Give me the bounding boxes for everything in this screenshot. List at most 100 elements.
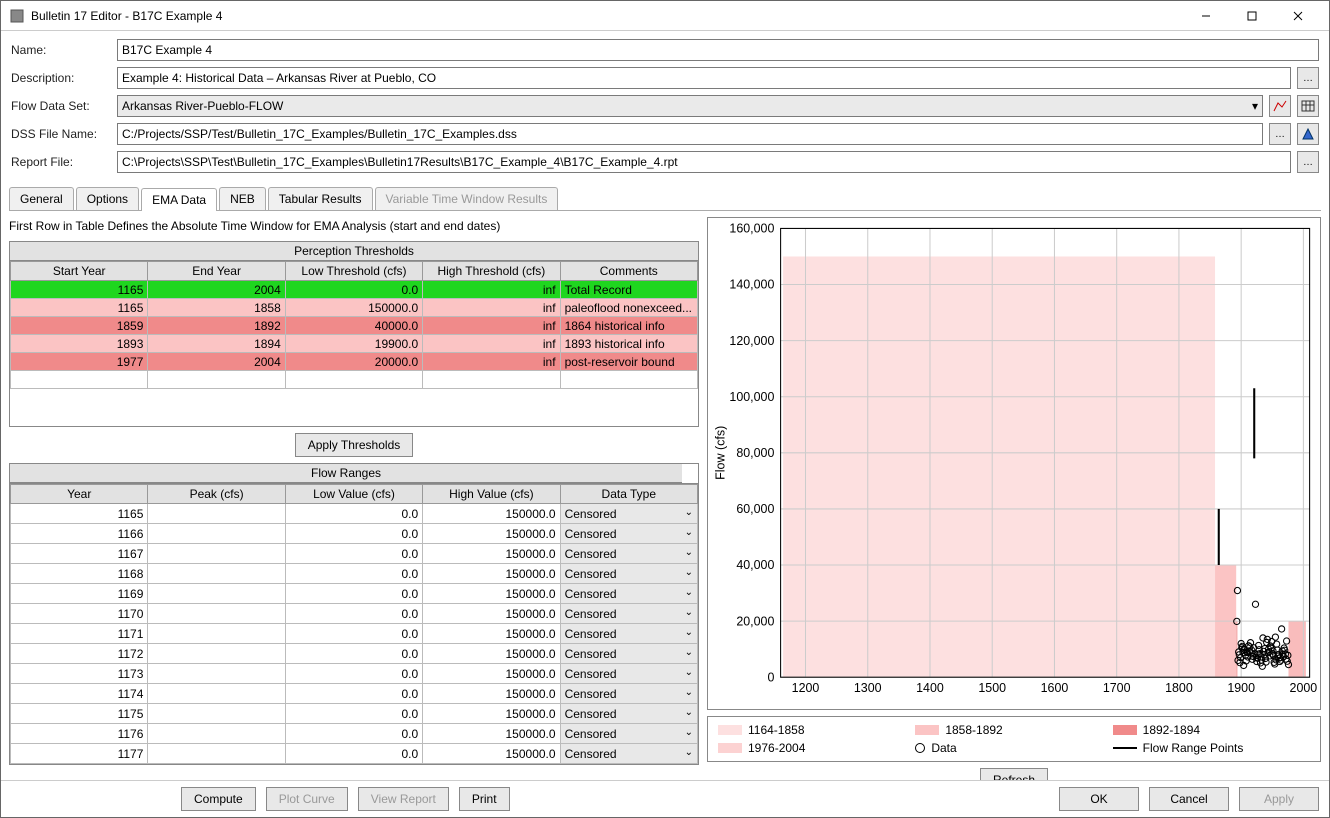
- legend-label: 1858-1892: [945, 723, 1002, 737]
- data-type-select[interactable]: Censored⌄: [560, 724, 697, 744]
- data-type-select[interactable]: Censored⌄: [560, 564, 697, 584]
- svg-text:100,000: 100,000: [729, 390, 774, 404]
- cancel-button[interactable]: Cancel: [1149, 787, 1229, 811]
- svg-text:1400: 1400: [916, 681, 944, 695]
- ema-caption: First Row in Table Defines the Absolute …: [9, 217, 699, 235]
- pt-col-low-threshold: Low Threshold (cfs): [285, 262, 422, 281]
- tab-options[interactable]: Options: [76, 187, 139, 210]
- table-row[interactable]: 1977200420000.0infpost-reservoir bound: [11, 353, 698, 371]
- close-button[interactable]: [1275, 1, 1321, 31]
- flow-data-set-value: Arkansas River-Pueblo-FLOW: [122, 99, 283, 113]
- chevron-down-icon: ⌄: [685, 667, 693, 678]
- table-row[interactable]: 11750.0150000.0Censored⌄: [11, 704, 698, 724]
- dss-file-ellipsis-button[interactable]: …: [1269, 123, 1291, 145]
- data-type-select[interactable]: Censored⌄: [560, 704, 697, 724]
- table-row[interactable]: 11740.0150000.0Censored⌄: [11, 684, 698, 704]
- ok-button[interactable]: OK: [1059, 787, 1139, 811]
- pt-col-high-threshold: High Threshold (cfs): [423, 262, 560, 281]
- data-type-select[interactable]: Censored⌄: [560, 524, 697, 544]
- table-row[interactable]: 1859189240000.0inf1864 historical info: [11, 317, 698, 335]
- data-type-select[interactable]: Censored⌄: [560, 644, 697, 664]
- report-file-input[interactable]: [117, 151, 1291, 173]
- print-button[interactable]: Print: [459, 787, 510, 811]
- chevron-down-icon: ⌄: [685, 607, 693, 618]
- data-type-select[interactable]: Censored⌄: [560, 584, 697, 604]
- svg-text:140,000: 140,000: [729, 278, 774, 292]
- plot-data-icon-button[interactable]: [1269, 95, 1291, 117]
- view-report-button: View Report: [358, 787, 449, 811]
- window-title: Bulletin 17 Editor - B17C Example 4: [31, 9, 1183, 23]
- tab-tabular-results[interactable]: Tabular Results: [268, 187, 373, 210]
- data-type-select[interactable]: Censored⌄: [560, 544, 697, 564]
- legend-label: Flow Range Points: [1143, 741, 1244, 755]
- legend-swatch-icon: [915, 725, 939, 735]
- fr-col-high: High Value (cfs): [423, 485, 560, 504]
- chevron-down-icon: ⌄: [685, 687, 693, 698]
- chevron-down-icon: ⌄: [685, 587, 693, 598]
- data-type-select[interactable]: Censored⌄: [560, 664, 697, 684]
- table-row[interactable]: 11720.0150000.0Censored⌄: [11, 644, 698, 664]
- legend-label: 1892-1894: [1143, 723, 1200, 737]
- minimize-button[interactable]: [1183, 1, 1229, 31]
- table-row[interactable]: 11651858150000.0infpaleoflood nonexceed.…: [11, 299, 698, 317]
- table-row[interactable]: 1893189419900.0inf1893 historical info: [11, 335, 698, 353]
- titlebar: Bulletin 17 Editor - B17C Example 4: [1, 1, 1329, 31]
- legend-swatch-icon: [1113, 725, 1137, 735]
- svg-text:20,000: 20,000: [736, 614, 774, 628]
- table-data-icon-button[interactable]: [1297, 95, 1319, 117]
- maximize-button[interactable]: [1229, 1, 1275, 31]
- flow-ranges-scroll[interactable]: Year Peak (cfs) Low Value (cfs) High Val…: [9, 483, 699, 765]
- data-type-select[interactable]: Censored⌄: [560, 504, 697, 524]
- svg-text:1500: 1500: [978, 681, 1006, 695]
- description-label: Description:: [11, 71, 111, 85]
- footer: Compute Plot Curve View Report Print OK …: [1, 780, 1329, 817]
- data-type-select[interactable]: Censored⌄: [560, 684, 697, 704]
- tab-variable-time-window: Variable Time Window Results: [375, 187, 559, 210]
- flow-ranges-grid: Flow Ranges: [9, 463, 699, 483]
- tab-ema-data[interactable]: EMA Data: [141, 188, 217, 211]
- table-row[interactable]: 11670.0150000.0Censored⌄: [11, 544, 698, 564]
- table-row[interactable]: 116520040.0infTotal Record: [11, 281, 698, 299]
- legend-label: 1976-2004: [748, 741, 805, 755]
- chevron-down-icon: ⌄: [685, 707, 693, 718]
- name-label: Name:: [11, 43, 111, 57]
- dss-file-input[interactable]: [117, 123, 1263, 145]
- svg-text:1800: 1800: [1165, 681, 1193, 695]
- description-ellipsis-button[interactable]: …: [1297, 67, 1319, 89]
- table-row[interactable]: 11770.0150000.0Censored⌄: [11, 744, 698, 764]
- apply-thresholds-button[interactable]: Apply Thresholds: [295, 433, 414, 457]
- svg-text:1900: 1900: [1227, 681, 1255, 695]
- svg-text:1700: 1700: [1103, 681, 1131, 695]
- legend-label: Data: [931, 741, 956, 755]
- tab-general[interactable]: General: [9, 187, 74, 210]
- table-row[interactable]: 11690.0150000.0Censored⌄: [11, 584, 698, 604]
- table-row[interactable]: 11700.0150000.0Censored⌄: [11, 604, 698, 624]
- chevron-down-icon: ⌄: [685, 547, 693, 558]
- table-row[interactable]: 11760.0150000.0Censored⌄: [11, 724, 698, 744]
- description-input[interactable]: [117, 67, 1291, 89]
- name-input[interactable]: [117, 39, 1319, 61]
- refresh-button[interactable]: Refresh: [980, 768, 1048, 780]
- compute-button[interactable]: Compute: [181, 787, 256, 811]
- stats-icon-button[interactable]: [1297, 123, 1319, 145]
- perception-thresholds-grid[interactable]: Perception Thresholds Start Year End Yea…: [9, 241, 699, 427]
- perception-thresholds-title: Perception Thresholds: [10, 242, 698, 261]
- table-row[interactable]: 11680.0150000.0Censored⌄: [11, 564, 698, 584]
- table-row[interactable]: [11, 371, 698, 389]
- legend-line-icon: [1113, 747, 1137, 749]
- data-type-select[interactable]: Censored⌄: [560, 604, 697, 624]
- fr-col-year: Year: [11, 485, 148, 504]
- table-row[interactable]: 11710.0150000.0Censored⌄: [11, 624, 698, 644]
- data-type-select[interactable]: Censored⌄: [560, 624, 697, 644]
- svg-text:40,000: 40,000: [736, 558, 774, 572]
- chevron-down-icon: ⌄: [685, 507, 693, 518]
- table-row[interactable]: 11660.0150000.0Censored⌄: [11, 524, 698, 544]
- flow-data-set-combo[interactable]: Arkansas River-Pueblo-FLOW ▾: [117, 95, 1263, 117]
- table-row[interactable]: 11650.0150000.0Censored⌄: [11, 504, 698, 524]
- table-row[interactable]: 11730.0150000.0Censored⌄: [11, 664, 698, 684]
- report-file-ellipsis-button[interactable]: …: [1297, 151, 1319, 173]
- tab-neb[interactable]: NEB: [219, 187, 266, 210]
- plot-curve-button: Plot Curve: [266, 787, 348, 811]
- legend-label: 1164-1858: [748, 723, 805, 737]
- data-type-select[interactable]: Censored⌄: [560, 744, 697, 764]
